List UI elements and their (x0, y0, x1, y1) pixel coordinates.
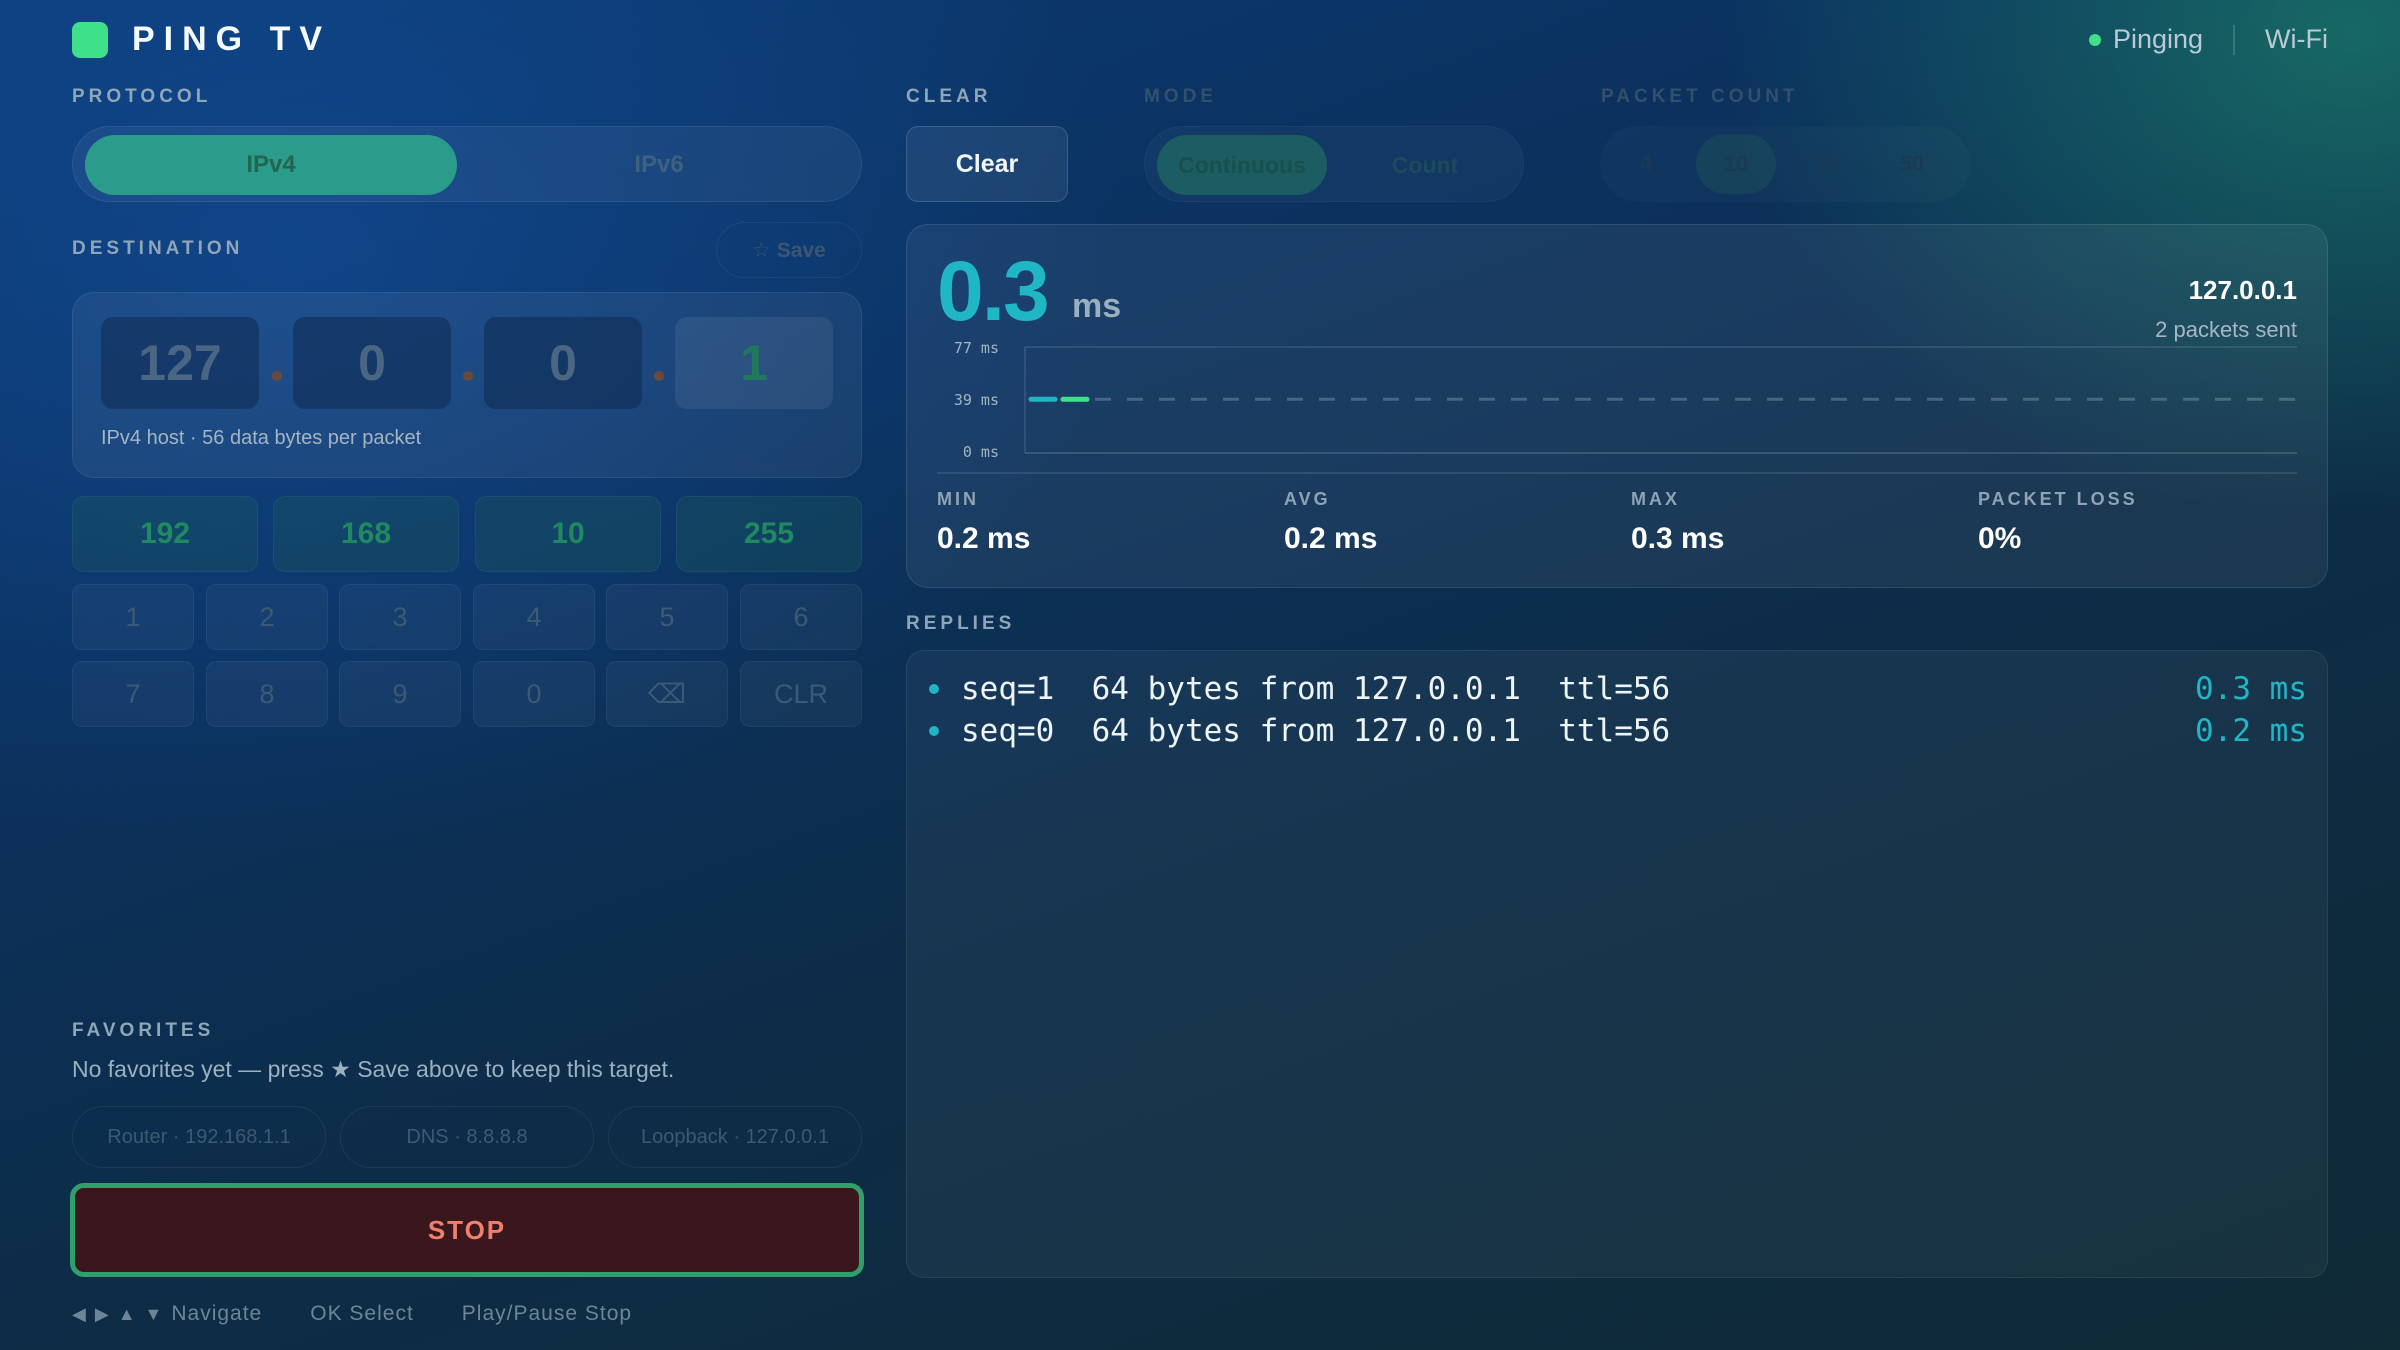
count-option-10[interactable]: 10 (1696, 134, 1776, 194)
favorites-empty-text: No favorites yet — press ★ Save above to… (72, 1056, 675, 1082)
stat-max-label: MAX (1631, 489, 1680, 509)
mode-option-count[interactable]: Count (1345, 135, 1505, 195)
stat-min-label: MIN (937, 489, 979, 509)
up-arrow-icon: ▲ (117, 1303, 137, 1324)
protocol-option-ipv4[interactable]: IPv4 (85, 135, 457, 195)
reply-text: seq=1 64 bytes from 127.0.0.1 ttl=56 (961, 671, 1671, 707)
reply-time: 0.2 ms (2195, 713, 2307, 749)
reply-time: 0.3 ms (2195, 671, 2307, 707)
keypad-key-4[interactable]: 4 (473, 584, 595, 650)
keypad-key-3[interactable]: 3 (339, 584, 461, 650)
destination-hint: IPv4 host · 56 data bytes per packet (101, 427, 422, 449)
mode-option-continuous[interactable]: Continuous (1157, 135, 1327, 195)
octet-separator (463, 371, 473, 381)
preset-button-10[interactable]: 10 (475, 496, 661, 572)
app-logo-icon (72, 22, 108, 58)
status-dot-icon (2088, 33, 2101, 46)
status-bar: Pinging Wi-Fi (2088, 24, 2328, 55)
stat-avg: AVG 0.2 ms (1284, 489, 1377, 556)
octet-separator (272, 371, 282, 381)
clear-button[interactable]: Clear (906, 126, 1068, 202)
clear-label: CLEAR (906, 86, 992, 107)
keypad-key-2[interactable]: 2 (206, 584, 328, 650)
favorite-chip-loopback[interactable]: Loopback · 127.0.0.1 (608, 1106, 862, 1168)
protocol-toggle: IPv4 IPv6 (72, 126, 862, 202)
favorite-chip-dns[interactable]: DNS · 8.8.8.8 (340, 1106, 594, 1168)
octet-field-1[interactable]: 127 (101, 317, 259, 409)
octet-field-2[interactable]: 0 (293, 317, 451, 409)
count-option-50[interactable]: 50 (1872, 134, 1952, 194)
status-divider (2233, 24, 2236, 55)
reply-dot-icon (929, 726, 939, 736)
right-arrow-icon: ▶ (94, 1303, 110, 1324)
replies-log[interactable]: seq=1 64 bytes from 127.0.0.1 ttl=56 0.3… (906, 650, 2328, 1278)
protocol-option-ipv6[interactable]: IPv6 (473, 135, 845, 195)
preset-button-255[interactable]: 255 (676, 496, 862, 572)
protocol-label: PROTOCOL (72, 86, 212, 107)
count-option-25[interactable]: 25 (1786, 134, 1866, 194)
keypad-key-6[interactable]: 6 (740, 584, 862, 650)
left-arrow-icon: ◀ (72, 1303, 87, 1324)
destination-label: DESTINATION (72, 238, 244, 259)
octet-field-4[interactable]: 1 (675, 317, 833, 409)
replies-label: REPLIES (906, 613, 1016, 634)
count-option-4[interactable]: 4 (1606, 134, 1686, 194)
stat-min-value: 0.2 ms (937, 522, 1031, 555)
octet-separator (654, 371, 664, 381)
packet-count-label: PACKET COUNT (1601, 86, 1799, 107)
hint-select: OK Select (310, 1302, 414, 1325)
keypad: 1 2 3 4 5 6 7 8 9 0 ⌫ CLR (72, 584, 862, 728)
mode-toggle: Continuous Count (1144, 126, 1524, 202)
stat-min: MIN 0.2 ms (937, 489, 1030, 556)
stat-loss-label: PACKET LOSS (1978, 489, 2138, 509)
keypad-key-9[interactable]: 9 (339, 661, 461, 727)
app-title: PING TV (132, 20, 332, 58)
remote-hints: ◀ ▶ ▲ ▼ Navigate OK Select Play/Pause St… (72, 1302, 632, 1326)
stat-max-value: 0.3 ms (1631, 522, 1725, 555)
network-status: Wi-Fi (2265, 24, 2328, 54)
stop-button[interactable]: STOP (70, 1183, 864, 1277)
status-text: Pinging (2112, 24, 2204, 54)
reply-text: seq=0 64 bytes from 127.0.0.1 ttl=56 (961, 713, 1671, 749)
keypad-key-0[interactable]: 0 (473, 661, 595, 727)
keypad-key-8[interactable]: 8 (206, 661, 328, 727)
hint-stop: Play/Pause Stop (461, 1302, 633, 1325)
stat-packet-loss: PACKET LOSS 0% (1978, 489, 2138, 556)
preset-button-192[interactable]: 192 (72, 496, 258, 572)
reply-dot-icon (929, 684, 939, 694)
stat-max: MAX 0.3 ms (1631, 489, 1724, 556)
stat-avg-value: 0.2 ms (1284, 522, 1378, 555)
backspace-icon: ⌫ (647, 678, 687, 709)
keypad-key-5[interactable]: 5 (606, 584, 728, 650)
reply-row: seq=1 64 bytes from 127.0.0.1 ttl=56 0.3… (929, 669, 2307, 709)
favorites-label: FAVORITES (72, 1020, 215, 1041)
keypad-clear-key[interactable]: CLR (740, 661, 862, 727)
hint-navigate: Navigate (171, 1302, 263, 1325)
stat-avg-label: AVG (1284, 489, 1331, 509)
save-favorite-button[interactable]: ☆ Save (716, 222, 862, 278)
preset-button-168[interactable]: 168 (273, 496, 459, 572)
destination-panel: 127 0 0 1 IPv4 host · 56 data bytes per … (72, 292, 862, 478)
keypad-key-7[interactable]: 7 (72, 661, 194, 727)
mode-label: MODE (1144, 86, 1217, 107)
backspace-key[interactable]: ⌫ (606, 661, 728, 727)
reply-row: seq=0 64 bytes from 127.0.0.1 ttl=56 0.2… (929, 711, 2307, 751)
down-arrow-icon: ▼ (144, 1303, 164, 1324)
stats-panel: 0.3 ms 127.0.0.1 2 packets sent 77 ms 39… (906, 224, 2328, 588)
octet-field-3[interactable]: 0 (484, 317, 642, 409)
stat-loss-value: 0% (1978, 522, 2022, 555)
packet-count-selector: 4 10 25 50 (1600, 126, 1970, 202)
favorite-chip-router[interactable]: Router · 192.168.1.1 (72, 1106, 326, 1168)
keypad-key-1[interactable]: 1 (72, 584, 194, 650)
